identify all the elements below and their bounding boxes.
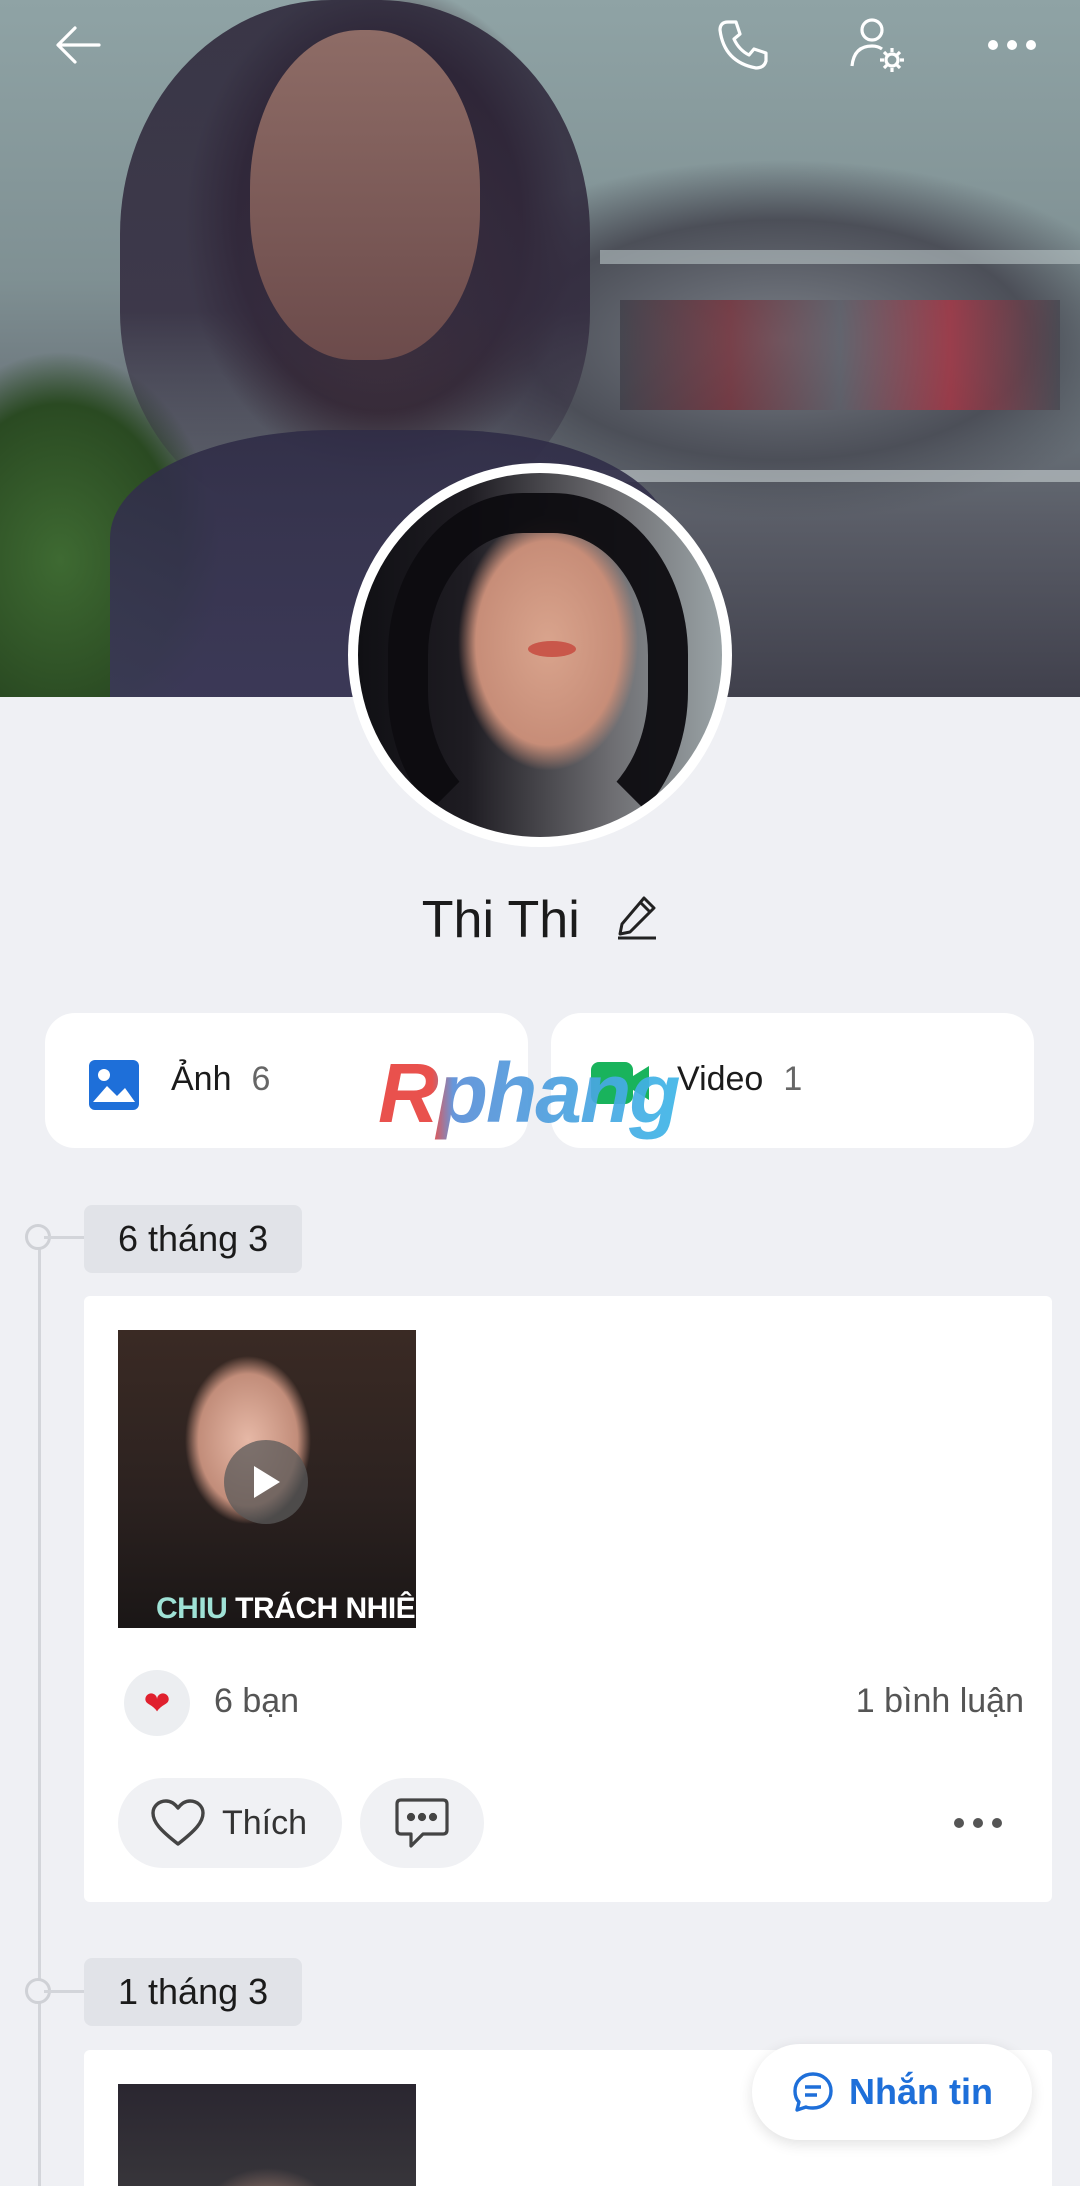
- timeline-date: 1 tháng 3: [84, 1958, 303, 2026]
- message-icon: [793, 2072, 833, 2112]
- more-icon: [988, 40, 1036, 50]
- timeline-line: [38, 1238, 41, 2186]
- top-bar: [0, 0, 1080, 90]
- profile-name: Thi Thi: [421, 891, 580, 949]
- comment-icon: [395, 1798, 449, 1848]
- profile-page: Thi Thi Ảnh 6 Video 1 Rphang 6 tháng 3 CHI…: [0, 0, 1080, 2186]
- edit-name-button[interactable]: [616, 893, 658, 953]
- more-icon: [954, 1818, 1002, 1828]
- user-settings-icon: [850, 18, 904, 72]
- like-button[interactable]: Thích: [118, 1778, 342, 1868]
- play-icon: [224, 1440, 308, 1524]
- heart-icon: ❤: [124, 1670, 190, 1736]
- videos-count: 1: [783, 1060, 803, 1098]
- profile-name-row: Thi Thi: [0, 890, 1080, 953]
- avatar[interactable]: [348, 463, 732, 847]
- photo-icon: [87, 1058, 141, 1117]
- send-message-button[interactable]: Nhắn tin: [752, 2044, 1032, 2140]
- reaction-count[interactable]: 6 bạn: [214, 1682, 299, 1721]
- phone-icon: [718, 20, 768, 70]
- back-button[interactable]: [43, 10, 113, 80]
- post-actions: Thích: [118, 1778, 1018, 1868]
- photos-count: 6: [251, 1060, 271, 1098]
- photos-label: Ảnh: [171, 1060, 232, 1098]
- reaction-summary: ❤ 6 bạn 1 bình luận: [124, 1670, 1024, 1736]
- more-options-button[interactable]: [977, 10, 1047, 80]
- edit-icon: [618, 896, 657, 940]
- back-arrow-icon: [56, 26, 101, 64]
- timeline-post: CHIU TRÁCH NHIÊM ❤ 6 bạn 1 bình luận Thí…: [84, 1296, 1052, 1902]
- timeline-date: 6 tháng 3: [84, 1205, 303, 1273]
- comment-button[interactable]: [360, 1778, 484, 1868]
- thumbnail-caption: CHIU TRÁCH NHIÊM: [156, 1592, 416, 1625]
- send-message-label: Nhắn tin: [849, 2071, 993, 2112]
- profile-settings-button[interactable]: [842, 10, 912, 80]
- comment-count[interactable]: 1 bình luận: [856, 1682, 1024, 1721]
- watermark-logo: Rphang: [378, 1046, 681, 1140]
- call-button[interactable]: [708, 10, 778, 80]
- heart-icon: [151, 1799, 205, 1846]
- photo-thumbnail[interactable]: [118, 2084, 416, 2186]
- videos-label: Video: [677, 1060, 764, 1098]
- post-more-button[interactable]: [938, 1798, 1018, 1848]
- like-label: Thích: [222, 1803, 308, 1842]
- video-thumbnail[interactable]: CHIU TRÁCH NHIÊM: [118, 1330, 416, 1628]
